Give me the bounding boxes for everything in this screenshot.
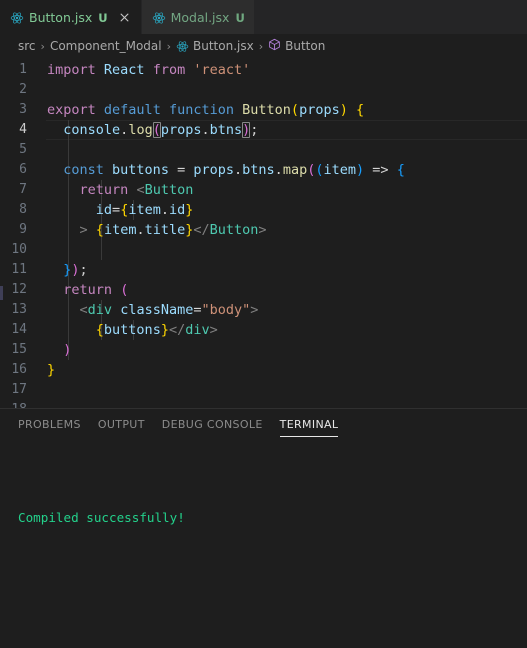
indent-guide xyxy=(68,240,69,260)
line-content: ) xyxy=(63,342,72,358)
editor-tab-modal-jsx[interactable]: Modal.jsx U xyxy=(141,0,255,35)
code-line[interactable]: 6 const buttons = props.btns.map((item) … xyxy=(0,160,527,180)
breadcrumb-label: Button.jsx xyxy=(193,39,254,53)
line-content: import React from 'react' xyxy=(47,62,251,78)
breadcrumb-separator-icon: › xyxy=(40,39,45,53)
close-icon[interactable] xyxy=(117,10,132,25)
code-line[interactable]: 10 xyxy=(0,240,527,260)
tab-label: Modal.jsx xyxy=(170,10,230,25)
breadcrumb-item-button-jsx[interactable]: Button.jsx xyxy=(176,39,254,53)
code-line[interactable]: 14 {buttons}</div> xyxy=(0,320,527,340)
line-content: return ( xyxy=(63,282,129,298)
line-number: 12 xyxy=(11,282,27,297)
line-content: return <Button xyxy=(79,182,194,198)
line-content: <div className="body"> xyxy=(79,302,259,318)
line-number: 17 xyxy=(11,382,27,397)
line-number: 11 xyxy=(11,262,27,277)
vscode-window: Button.jsx U Modal.jsx U src › Component… xyxy=(0,0,527,648)
line-number: 5 xyxy=(19,142,27,157)
line-number: 15 xyxy=(11,342,27,357)
line-content: id={item.id} xyxy=(95,202,194,218)
line-number: 4 xyxy=(19,122,27,137)
tab-problems[interactable]: PROBLEMS xyxy=(18,409,81,440)
terminal-compiled-message: Compiled successfully! xyxy=(18,510,185,525)
tab-debug-console[interactable]: DEBUG CONSOLE xyxy=(162,409,263,440)
line-content: {buttons}</div> xyxy=(95,322,218,338)
tab-terminal[interactable]: TERMINAL xyxy=(279,409,339,440)
line-content: const buttons = props.btns.map((item) =>… xyxy=(63,162,405,178)
breadcrumb: src › Component_Modal › Button.jsx › But… xyxy=(0,35,527,57)
line-content: console.log(props.btns); xyxy=(63,122,259,138)
breadcrumb-item-symbol-button[interactable]: Button xyxy=(268,38,325,54)
line-number: 6 xyxy=(19,162,27,177)
editor-tab-bar: Button.jsx U Modal.jsx U xyxy=(0,0,527,35)
line-number: 18 xyxy=(0,400,46,408)
breadcrumb-item-src[interactable]: src xyxy=(18,39,36,53)
code-line[interactable]: 16 } xyxy=(0,360,527,380)
tab-output[interactable]: OUTPUT xyxy=(98,409,145,440)
breadcrumb-item-component-modal[interactable]: Component_Modal xyxy=(50,39,162,53)
code-line[interactable]: 5 xyxy=(0,140,527,160)
breadcrumb-label: src xyxy=(18,39,36,53)
code-line[interactable]: 1 import React from 'react' xyxy=(0,60,527,80)
line-number: 9 xyxy=(19,222,27,237)
line-number: 7 xyxy=(19,182,27,197)
react-icon xyxy=(176,40,189,53)
line-number: 2 xyxy=(19,82,27,97)
code-line[interactable]: 18 xyxy=(0,400,527,408)
tab-git-badge: U xyxy=(98,10,108,25)
symbol-cube-icon xyxy=(268,38,281,54)
code-line[interactable]: 9 > {item.title}</Button> xyxy=(0,220,527,240)
code-line-current[interactable]: 4 console.log(props.btns); xyxy=(0,120,527,140)
breadcrumb-separator-icon: › xyxy=(258,39,264,53)
tab-label: Button.jsx xyxy=(29,10,93,25)
line-number: 8 xyxy=(19,202,27,217)
indent-guide xyxy=(101,240,102,260)
breadcrumb-label: Component_Modal xyxy=(49,39,162,53)
terminal-line: Compiled successfully! xyxy=(18,508,527,528)
line-number: 16 xyxy=(11,362,27,377)
code-line[interactable]: 17 xyxy=(0,380,527,400)
line-number: 13 xyxy=(11,302,27,317)
terminal-output[interactable]: Compiled successfully! You can now view … xyxy=(0,440,527,648)
line-number: 10 xyxy=(11,242,27,257)
indent-guide xyxy=(68,140,69,160)
code-content[interactable]: 1 import React from 'react' 2 3 export d… xyxy=(0,57,527,408)
line-number: 3 xyxy=(19,102,27,117)
line-content: > {item.title}</Button> xyxy=(79,222,267,238)
code-line[interactable]: 12 return ( xyxy=(0,280,527,300)
bottom-panel: PROBLEMS OUTPUT DEBUG CONSOLE TERMINAL C… xyxy=(0,408,527,648)
code-editor[interactable]: 1 import React from 'react' 2 3 export d… xyxy=(0,57,527,408)
breadcrumb-label: Button xyxy=(285,39,326,53)
code-line[interactable]: 15 ) xyxy=(0,340,527,360)
code-line[interactable]: 13 <div className="body"> xyxy=(0,300,527,320)
tab-git-badge: U xyxy=(235,10,245,25)
code-line[interactable]: 2 xyxy=(0,80,527,100)
react-icon xyxy=(152,11,166,25)
panel-tab-bar: PROBLEMS OUTPUT DEBUG CONSOLE TERMINAL xyxy=(0,409,527,440)
line-number: 1 xyxy=(19,62,27,77)
breadcrumb-separator-icon: › xyxy=(166,39,172,53)
code-line[interactable]: 7 return <Button xyxy=(0,180,527,200)
line-number: 14 xyxy=(11,322,27,337)
code-line[interactable]: 11 }); xyxy=(0,260,527,280)
code-line[interactable]: 3 export default function Button(props) … xyxy=(0,100,527,120)
line-content: export default function Button(props) { xyxy=(47,102,365,118)
line-content: } xyxy=(47,362,56,378)
line-content: }); xyxy=(63,262,88,278)
react-icon xyxy=(10,11,24,25)
editor-tab-button-jsx[interactable]: Button.jsx U xyxy=(0,0,142,35)
code-line[interactable]: 8 id={item.id} xyxy=(0,200,527,220)
